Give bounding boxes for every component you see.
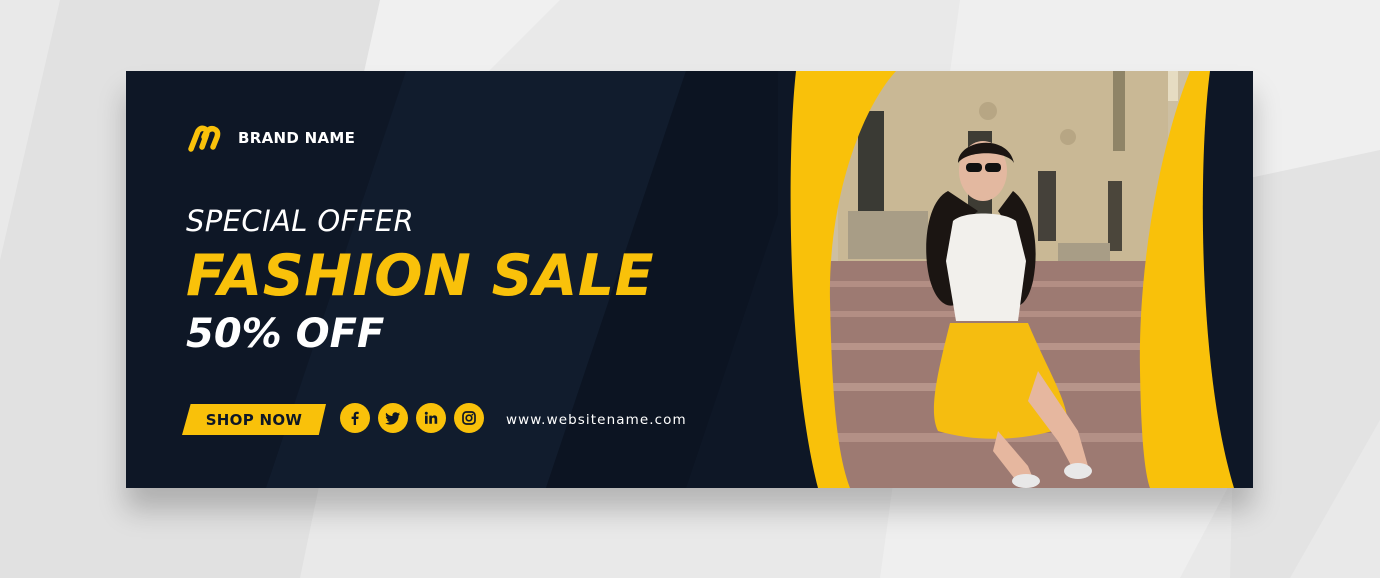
website-url: www.websitename.com [506, 412, 687, 428]
social-links [340, 403, 484, 433]
sale-title: FASHION SALE [186, 243, 655, 309]
shop-now-label: SHOP NOW [205, 410, 303, 429]
special-offer-text: SPECIAL OFFER [186, 204, 415, 238]
brand-name: BRAND NAME [238, 129, 356, 147]
promo-banner: BRAND NAME SPECIAL OFFER FASHION SALE 50… [126, 71, 1253, 488]
discount-text: 50% OFF [186, 311, 385, 357]
fashion-model-photo [778, 71, 1253, 488]
facebook-icon[interactable] [340, 403, 370, 433]
twitter-icon[interactable] [378, 403, 408, 433]
brand-logo-icon [188, 125, 221, 152]
linkedin-icon[interactable] [416, 403, 446, 433]
shop-now-button[interactable]: SHOP NOW [182, 404, 326, 435]
instagram-icon[interactable] [454, 403, 484, 433]
